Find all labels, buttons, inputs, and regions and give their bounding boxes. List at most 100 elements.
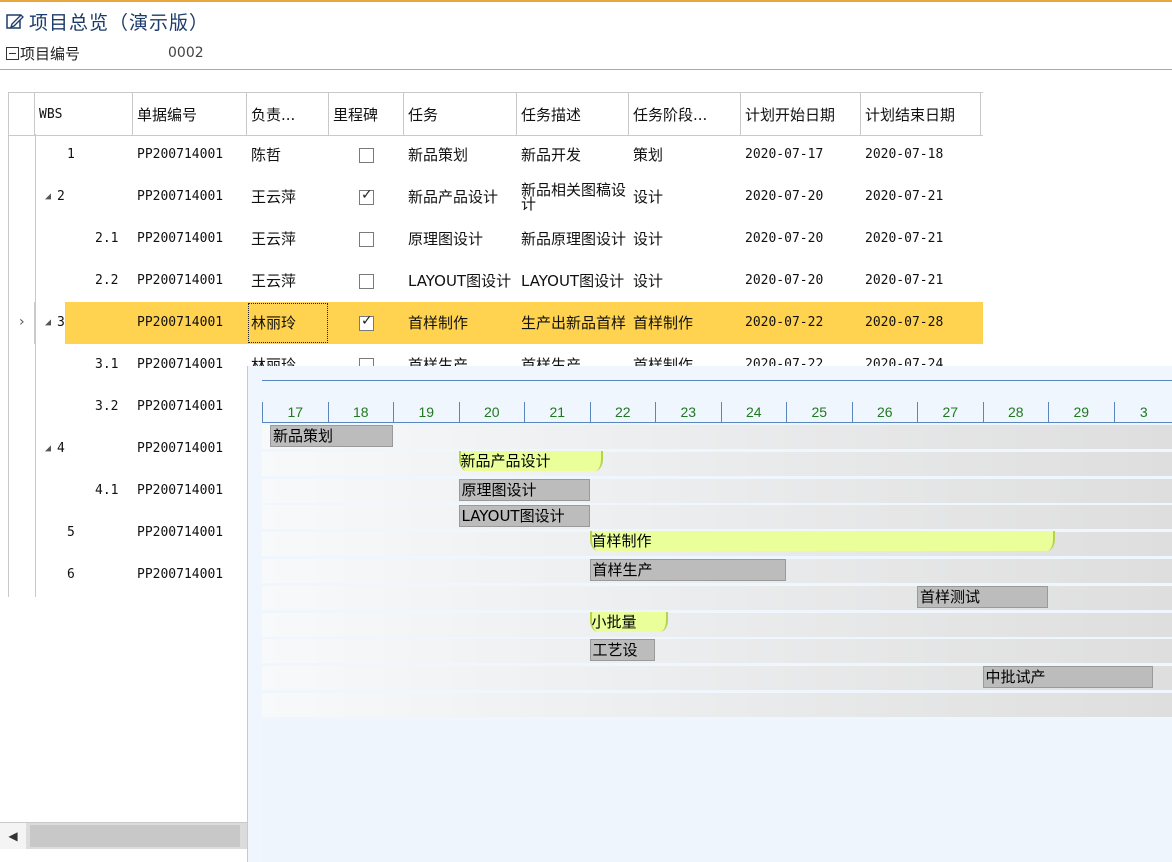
window-title: 项目总览（演示版） (29, 11, 210, 34)
table-row[interactable]: 2.2 PP200714001 王云萍 LAYOUT图设计 LAYOUT图设计 设计 202… (9, 260, 983, 302)
stage-cell[interactable]: 首样制作 (629, 302, 741, 344)
milestone-checkbox-cell[interactable] (329, 260, 404, 302)
start-cell[interactable]: 2020-07-20 (741, 218, 861, 260)
gantt-task-bar[interactable]: 原理图设计 (458, 478, 590, 501)
expand-icon[interactable]: ◢ (45, 190, 51, 204)
stage-cell[interactable]: 策划 (629, 134, 741, 176)
desc-cell[interactable]: LAYOUT图设计 (517, 260, 629, 302)
milestone-checkbox[interactable] (359, 147, 374, 163)
wbs-cell[interactable]: 3.1 (35, 344, 133, 386)
header-corner (9, 93, 35, 135)
doc-cell[interactable]: PP200714001 (133, 134, 247, 176)
milestone-checkbox[interactable] (359, 273, 374, 289)
end-cell[interactable]: 2020-07-21 (861, 260, 981, 302)
gantt-task-bar[interactable]: LAYOUT图设计 (458, 505, 590, 528)
task-cell[interactable]: 首样制作 (404, 302, 517, 344)
task-cell[interactable]: 新品策划 (404, 134, 517, 176)
end-cell[interactable]: 2020-07-21 (861, 218, 981, 260)
doc-cell[interactable]: PP200714001 (133, 428, 247, 470)
project-no-value[interactable]: 0002 (168, 45, 204, 61)
task-cell[interactable]: LAYOUT图设计 (404, 260, 517, 302)
horizontal-scrollbar[interactable]: ◀ (0, 822, 247, 849)
owner-cell[interactable]: 王云萍 (247, 260, 329, 302)
doc-cell[interactable]: PP200714001 (133, 302, 247, 344)
wbs-cell[interactable]: 1 (35, 134, 133, 176)
stage-cell[interactable]: 设计 (629, 176, 741, 218)
milestone-checkbox-cell[interactable] (329, 176, 404, 218)
table-row[interactable]: 1 PP200714001 陈哲 新品策划 新品开发 策划 2020-07-17 2020-0… (9, 134, 983, 176)
header-owner[interactable]: 负责... (247, 93, 329, 135)
desc-cell[interactable]: 新品原理图设计 (517, 218, 629, 260)
desc-cell[interactable]: 生产出新品首样 (517, 302, 629, 344)
owner-cell[interactable]: 陈哲 (247, 134, 329, 176)
task-cell[interactable]: 新品产品设计 (404, 176, 517, 218)
task-cell[interactable]: 原理图设计 (404, 218, 517, 260)
gantt-task-bar[interactable]: 首样生产 (589, 559, 786, 581)
doc-cell[interactable]: PP200714001 (133, 260, 247, 302)
wbs-cell[interactable]: 5 (35, 512, 133, 554)
gantt-summary-bar[interactable]: 新品产品设计 (458, 450, 603, 471)
gantt-top-line (262, 380, 1172, 381)
grid-header: WBS 单据编号 负责... 里程碑 任务 任务描述 任务阶段... 计划开始日… (9, 92, 983, 136)
collapse-toggle-icon[interactable] (6, 46, 19, 60)
wbs-cell[interactable]: ◢ 4 (35, 428, 133, 470)
wbs-cell[interactable]: 2.1 (35, 218, 133, 260)
gantt-task-bar[interactable]: 工艺设 (589, 639, 655, 662)
header-wbs[interactable]: WBS (35, 93, 133, 135)
doc-cell[interactable]: PP200714001 (133, 386, 247, 428)
wbs-cell[interactable]: 6 (35, 554, 133, 596)
end-cell[interactable]: 2020-07-28 (861, 302, 981, 344)
table-row[interactable]: ◢2PP200714001王云萍新品产品设计新品相关图稿设计设计2020-07-… (9, 176, 983, 218)
milestone-checkbox[interactable] (359, 231, 374, 247)
wbs-cell[interactable]: 2.2 (35, 260, 133, 302)
wbs-cell[interactable]: 4.1 (35, 470, 133, 512)
header-stage[interactable]: 任务阶段... (629, 93, 741, 135)
wbs-cell[interactable]: 3.2 (35, 386, 133, 428)
owner-cell[interactable]: 林丽玲 (247, 302, 329, 344)
gantt-summary-bar[interactable]: 小批量 (589, 611, 669, 632)
start-cell[interactable]: 2020-07-22 (741, 302, 861, 344)
doc-cell[interactable]: PP200714001 (133, 176, 247, 218)
stage-cell[interactable]: 设计 (629, 260, 741, 302)
gantt-task-bar[interactable]: 新品策划 (270, 425, 393, 447)
desc-cell[interactable]: 新品开发 (517, 134, 629, 176)
end-cell[interactable]: 2020-07-21 (861, 176, 981, 218)
milestone-checkbox-cell[interactable] (329, 218, 404, 260)
doc-cell[interactable]: PP200714001 (133, 554, 247, 596)
owner-cell[interactable]: 王云萍 (247, 176, 329, 218)
start-cell[interactable]: 2020-07-20 (741, 260, 861, 302)
end-cell[interactable]: 2020-07-18 (861, 134, 981, 176)
milestone-checkbox[interactable] (359, 314, 374, 331)
wbs-cell[interactable]: ◢ 2 (35, 176, 133, 218)
doc-cell[interactable]: PP200714001 (133, 344, 247, 386)
desc-cell[interactable]: 新品相关图稿设计 (517, 176, 629, 218)
expand-icon[interactable]: ◢ (45, 442, 51, 456)
header-task-desc[interactable]: 任务描述 (517, 93, 629, 135)
milestone-checkbox[interactable] (359, 188, 374, 205)
expand-icon[interactable]: ◢ (45, 316, 51, 330)
header-end-date[interactable]: 计划结束日期 (861, 93, 981, 135)
header-start-date[interactable]: 计划开始日期 (741, 93, 861, 135)
table-row[interactable]: 2.1 PP200714001 王云萍 原理图设计 新品原理图设计 设计 2020-07-2… (9, 218, 983, 260)
milestone-checkbox-cell[interactable] (329, 134, 404, 176)
scroll-thumb[interactable] (30, 825, 240, 847)
start-cell[interactable]: 2020-07-20 (741, 176, 861, 218)
wbs-cell[interactable]: ◢ 3 (35, 302, 133, 344)
gantt-summary-bar[interactable]: 首样制作 (589, 531, 1055, 552)
scroll-left-icon[interactable]: ◀ (0, 823, 26, 849)
stage-cell[interactable]: 设计 (629, 218, 741, 260)
milestone-checkbox-cell[interactable] (329, 302, 404, 344)
start-cell[interactable]: 2020-07-17 (741, 134, 861, 176)
row-indicator: › (9, 302, 35, 344)
table-row[interactable]: ›◢3PP200714001林丽玲首样制作生产出新品首样首样制作2020-07-… (9, 302, 983, 344)
gantt-task-bar[interactable]: 首样测试 (917, 585, 1048, 608)
header-milestone[interactable]: 里程碑 (329, 93, 404, 135)
gantt-task-bar[interactable]: 中批试产 (982, 666, 1153, 689)
owner-cell[interactable]: 王云萍 (247, 218, 329, 260)
doc-cell[interactable]: PP200714001 (133, 512, 247, 554)
header-task[interactable]: 任务 (404, 93, 517, 135)
gantt-day-tick: 23 (655, 402, 721, 422)
header-doc-no[interactable]: 单据编号 (133, 93, 247, 135)
doc-cell[interactable]: PP200714001 (133, 218, 247, 260)
doc-cell[interactable]: PP200714001 (133, 470, 247, 512)
